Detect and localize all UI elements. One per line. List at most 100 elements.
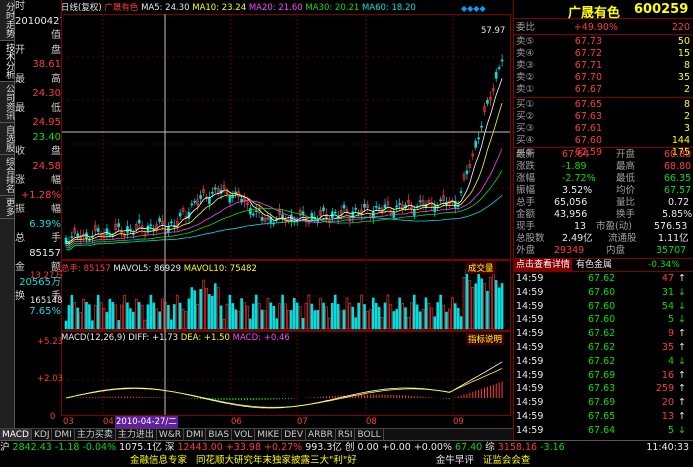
- buy-vol: 8: [683, 99, 690, 110]
- tab-company-info[interactable]: 公司资讯: [0, 82, 14, 123]
- volume-label-button[interactable]: 成交量: [466, 262, 496, 274]
- volume-bar: [275, 318, 279, 330]
- volume-bar: [216, 287, 220, 330]
- x-04: 04: [103, 417, 114, 427]
- tick-time: 14:59: [516, 273, 544, 284]
- volume-bar: [105, 312, 109, 330]
- buy-row[interactable]: 买② 67.63 2: [514, 111, 692, 123]
- cy-index[interactable]: 0.00: [358, 442, 379, 453]
- info-open: 38.61: [32, 59, 61, 70]
- sell-row[interactable]: 卖⑤ 67.73 50: [514, 36, 692, 48]
- volume-bar: [319, 297, 322, 330]
- candle-body: [137, 219, 141, 224]
- tick-row: 14:59 67.69 20 ↑: [516, 396, 692, 410]
- sell-label: 卖①: [516, 84, 535, 95]
- tick-direction-icon: ↓: [678, 286, 686, 298]
- volume-bar: [117, 320, 120, 330]
- sell-label: 卖⑤: [516, 36, 535, 47]
- volume-bar: [178, 302, 182, 330]
- tab-watchlist[interactable]: 自选股: [0, 123, 14, 155]
- macd-value: MACD: +0.46: [232, 333, 290, 343]
- tick-vol: 13: [661, 411, 674, 422]
- volume-bar: [395, 309, 399, 330]
- sector-tab[interactable]: 有色金属: [576, 259, 612, 271]
- volume-bar: [500, 283, 504, 330]
- sell-row[interactable]: 卖① 67.67 2: [514, 84, 692, 96]
- candle-body: [354, 207, 358, 210]
- tick-time: 14:59: [516, 397, 544, 409]
- candle-body: [374, 205, 378, 208]
- tick-time: 14:59: [516, 342, 544, 353]
- volume-bar: [389, 304, 393, 330]
- volume-bar: [421, 308, 425, 330]
- tick-row: 14:59 67.60 31 ↓: [516, 286, 692, 300]
- cy-pct: +0.00%: [413, 442, 452, 453]
- volume-bar: [155, 308, 159, 330]
- news-item-1[interactable]: 同花顺大研究年末独家披露三大"利"好: [196, 455, 357, 466]
- buy-row[interactable]: 买① 67.65 8: [514, 99, 692, 111]
- candle-body: [433, 205, 437, 213]
- volume-bar: [190, 287, 194, 330]
- sell-vol: 50: [677, 36, 690, 47]
- quote-header: 广晟有色 600259: [514, 0, 693, 21]
- macd-axis-top: +5.23: [37, 337, 64, 347]
- volume-bar: [483, 283, 486, 330]
- tick-price: 67.62: [588, 342, 616, 353]
- volume-bar: [339, 310, 343, 330]
- details-tab[interactable]: 点击查看详情: [514, 259, 573, 271]
- right-price: 67.40: [455, 442, 483, 453]
- stat-pe-label: 市盈(动): [596, 221, 632, 232]
- macd-axis-low: 0: [50, 412, 56, 422]
- sell-row[interactable]: 卖③ 67.71 8: [514, 60, 692, 72]
- sh-index[interactable]: 2842.43: [13, 442, 52, 453]
- buy-label: 买②: [516, 111, 535, 122]
- news-item-2[interactable]: 证监会会查: [483, 455, 531, 466]
- volume-bar: [292, 297, 296, 330]
- volume-bar: [134, 298, 138, 330]
- news-right-label: 金牛早评: [435, 455, 474, 466]
- tab-intraday[interactable]: 分时走势: [0, 0, 14, 41]
- tick-vol: 5: [667, 314, 674, 326]
- volume-bar: [415, 304, 419, 330]
- volume-bar: [254, 294, 258, 330]
- volume-bar: [295, 302, 299, 330]
- vol-total: 总手: 85157: [61, 264, 111, 274]
- candle-body: [199, 195, 202, 199]
- sz-pct: +0.27%: [264, 442, 303, 453]
- chart-area[interactable]: 日线(复权) 广晟有色 MA5: 24.30 MA10: 23.24 MA20:…: [61, 0, 511, 440]
- stat-inner: 35707: [656, 245, 687, 256]
- volume-bar: [298, 306, 302, 330]
- sell-row[interactable]: 卖④ 67.72 15: [514, 48, 692, 60]
- tick-price: 67.62: [588, 328, 616, 340]
- tick-row: 14:59 67.65 13 ↑: [516, 410, 692, 424]
- candle-body: [254, 210, 258, 212]
- volume-bar: [304, 303, 308, 330]
- sh-change: -1.18: [54, 442, 80, 453]
- info-high: 24.30: [32, 88, 61, 99]
- volume-bar: [269, 302, 273, 330]
- buy-row[interactable]: 买③ 67.61 3: [514, 123, 692, 135]
- sell-row[interactable]: 卖② 67.70 35: [514, 72, 692, 84]
- tick-direction-icon: ↑: [678, 342, 686, 353]
- volume-bar: [184, 311, 188, 330]
- buy-row[interactable]: 买④ 67.60 144: [514, 135, 692, 147]
- tab-more[interactable]: 更多: [0, 196, 14, 219]
- sz-index[interactable]: 12443.00: [177, 442, 222, 453]
- candle-body: [281, 214, 284, 218]
- volume-bar: [287, 309, 290, 330]
- tick-time: 14:59: [516, 383, 544, 395]
- weibi-row: 委比 +49.90% 220: [514, 22, 692, 35]
- stat-open: 68.80: [664, 149, 692, 160]
- volume-bar: [436, 302, 439, 330]
- tab-ranking[interactable]: 综合排名: [0, 155, 14, 196]
- volume-bar: [462, 277, 466, 330]
- candle-body: [249, 207, 252, 215]
- indicator-help-button[interactable]: 指标说明: [466, 333, 505, 345]
- candle-body: [193, 201, 197, 203]
- volume-bar: [451, 297, 454, 330]
- candle-body: [170, 221, 173, 224]
- volume-bar: [114, 304, 118, 330]
- tab-technical[interactable]: 技术分析: [0, 41, 14, 82]
- volume-bar: [333, 294, 337, 330]
- right-index[interactable]: 3158.16: [498, 442, 537, 453]
